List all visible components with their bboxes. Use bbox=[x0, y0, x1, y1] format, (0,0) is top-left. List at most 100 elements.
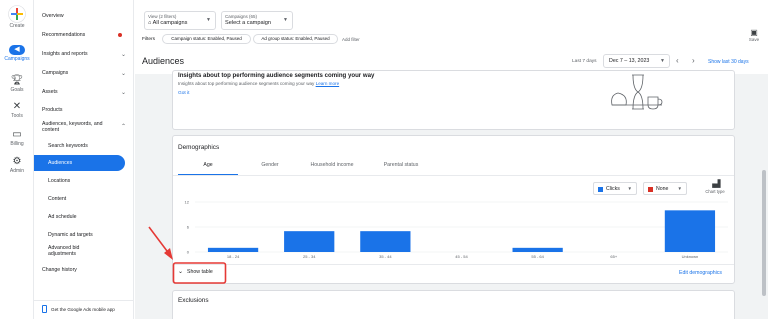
wrench-icon: ✕ bbox=[12, 101, 22, 112]
tab-parental-status[interactable]: Parental status bbox=[371, 162, 431, 175]
view-selector[interactable]: View (2 filters) ⌂ All campaigns ▼ bbox=[144, 11, 216, 30]
next-period-button[interactable]: › bbox=[692, 56, 695, 65]
nav-campaigns-label: Campaigns bbox=[42, 70, 69, 76]
chart-type-label: Chart type bbox=[705, 189, 725, 194]
chevron-down-icon: ⌄ bbox=[178, 269, 184, 275]
nav-overview-label: Overview bbox=[42, 13, 64, 19]
show-last-30-days-link[interactable]: Show last 30 days bbox=[708, 59, 749, 65]
x-tick-label: 55 - 64 bbox=[531, 254, 544, 259]
x-tick-label: 18 - 24 bbox=[227, 254, 240, 259]
insights-body: Insights about top performing audience s… bbox=[178, 81, 315, 86]
bar bbox=[284, 231, 335, 252]
x-tick-label: 45 - 54 bbox=[455, 254, 468, 259]
nav-change-history[interactable]: Change history bbox=[34, 262, 134, 278]
show-table-label: Show table bbox=[187, 268, 213, 275]
date-range-picker[interactable]: Dec 7 – 13, 2023 ▼ bbox=[603, 54, 670, 68]
chevron-right-icon: › bbox=[692, 56, 695, 65]
rail-tools[interactable]: ✕ Tools bbox=[0, 101, 34, 120]
learn-more-link[interactable]: Learn more bbox=[316, 81, 340, 86]
campaign-select-value: Select a campaign bbox=[225, 20, 272, 26]
tab-household-income[interactable]: Household income bbox=[297, 162, 367, 175]
chart-type-button[interactable]: ▗▟ Chart type bbox=[702, 180, 728, 194]
nav-change-history-label: Change history bbox=[42, 267, 77, 273]
nav-products-label: Products bbox=[42, 107, 63, 113]
nav-search-keywords[interactable]: Search keywords bbox=[34, 138, 134, 154]
tab-gender[interactable]: Gender bbox=[252, 162, 288, 175]
rail-admin-label: Admin bbox=[9, 168, 25, 174]
nav-insights[interactable]: Insights and reports ⌄ bbox=[34, 46, 134, 62]
y-tick-label: 12 bbox=[185, 200, 190, 205]
insights-title: Insights about top performing audience s… bbox=[178, 72, 375, 79]
top-bar: View (2 filters) ⌂ All campaigns ▼ Campa… bbox=[135, 0, 768, 48]
metric2-selector[interactable]: None ▼ bbox=[643, 182, 687, 195]
save-icon: ▣ bbox=[750, 28, 758, 37]
nav-ad-schedule[interactable]: Ad schedule bbox=[34, 209, 134, 225]
rail-campaigns[interactable]: ◀ Campaigns bbox=[0, 45, 34, 62]
nav-search-keywords-label: Search keywords bbox=[48, 143, 88, 149]
save-label: Save bbox=[748, 37, 760, 42]
nav-audiences-label: Audiences bbox=[48, 160, 73, 166]
previous-period-button[interactable]: ‹ bbox=[676, 56, 679, 65]
insights-card: Insights about top performing audience s… bbox=[172, 70, 735, 130]
create-label: Create bbox=[9, 23, 25, 29]
nav-assets-label: Assets bbox=[42, 89, 58, 95]
view-value: All campaigns bbox=[152, 20, 188, 26]
page-scrollbar[interactable] bbox=[762, 170, 766, 296]
bar bbox=[207, 247, 259, 252]
nav-assets[interactable]: Assets ⌄ bbox=[34, 84, 134, 100]
caret-down-icon: ▼ bbox=[627, 186, 632, 191]
metric2-swatch bbox=[648, 187, 653, 192]
y-tick-label: 0 bbox=[187, 250, 190, 255]
nav-advanced-bid-label: Advanced bid adjustments bbox=[48, 244, 80, 258]
mobile-app-label: Get the Google Ads mobile app bbox=[51, 306, 115, 312]
rail-goals[interactable]: 🏆︎ Goals bbox=[0, 75, 34, 94]
metric1-selector[interactable]: Clicks ▼ bbox=[593, 182, 637, 195]
tab-age[interactable]: Age bbox=[178, 162, 238, 175]
chevron-down-icon: ⌄ bbox=[120, 51, 126, 58]
bar bbox=[664, 210, 716, 252]
nav-audiences[interactable]: Audiences bbox=[34, 155, 125, 171]
campaign-selector[interactable]: Campaigns (65) Select a campaign ▼ bbox=[221, 11, 293, 30]
age-bar-chart: 0 6 12 18 - 24 25 - 34 35 - 44 45 - 54 55 - 64 6… bbox=[185, 200, 728, 259]
rail-billing-label: Billing bbox=[10, 141, 24, 147]
nav-overview[interactable]: Overview bbox=[34, 8, 134, 24]
campaigns-icon: ◀ bbox=[9, 45, 25, 55]
metric2-label: None bbox=[656, 186, 669, 192]
last-days-label: Last 7 days bbox=[572, 59, 597, 64]
edit-demographics-link[interactable]: Edit demographics bbox=[679, 270, 722, 276]
tabs-divider bbox=[173, 175, 734, 176]
page-title: Audiences bbox=[142, 56, 185, 66]
nav-recommendations[interactable]: Recommendations bbox=[34, 27, 134, 43]
x-tick-label: 65+ bbox=[610, 254, 617, 259]
rail-campaigns-label: Campaigns bbox=[4, 56, 30, 62]
date-range-value: Dec 7 – 13, 2023 bbox=[609, 58, 650, 64]
add-filter-link[interactable]: Add filter bbox=[342, 37, 360, 42]
card-icon: ▭ bbox=[12, 129, 22, 140]
filter-chip-ad-group-status[interactable]: Ad group status: Enabled, Paused bbox=[253, 34, 338, 44]
nav-campaigns[interactable]: Campaigns ⌄ bbox=[34, 65, 134, 81]
rail-admin[interactable]: ⚙ Admin bbox=[0, 157, 34, 175]
save-button[interactable]: ▣ Save bbox=[744, 28, 764, 42]
filter-chip-campaign-status[interactable]: Campaign status: Enabled, Paused bbox=[162, 34, 251, 44]
chart-footer-divider bbox=[173, 264, 734, 265]
bar bbox=[512, 247, 563, 252]
create-button[interactable]: Create bbox=[0, 5, 34, 29]
chevron-down-icon: ⌄ bbox=[120, 70, 126, 77]
rail-goals-label: Goals bbox=[10, 87, 24, 93]
chevron-down-icon: ⌄ bbox=[120, 89, 126, 96]
side-nav: Overview Recommendations Insights and re… bbox=[34, 0, 134, 319]
nav-locations-label: Locations bbox=[48, 178, 71, 184]
mobile-app-link[interactable]: Get the Google Ads mobile app bbox=[34, 303, 134, 315]
rail-billing[interactable]: ▭ Billing bbox=[0, 129, 34, 148]
got-it-button[interactable]: Got it bbox=[178, 91, 189, 96]
nav-locations[interactable]: Locations bbox=[34, 173, 134, 189]
nav-advanced-bid[interactable]: Advanced bid adjustments bbox=[34, 241, 134, 261]
plus-icon bbox=[8, 5, 26, 23]
show-table-toggle[interactable]: ⌄ Show table bbox=[178, 268, 213, 276]
nav-content[interactable]: Content bbox=[34, 191, 134, 207]
main-content: Insights about top performing audience s… bbox=[135, 70, 768, 319]
trophy-icon: 🏆︎ bbox=[10, 75, 24, 86]
nav-audiences-group[interactable]: Audiences, keywords, and content ⌃ bbox=[34, 116, 134, 138]
caret-down-icon: ▼ bbox=[677, 186, 682, 191]
exclusions-title: Exclusions bbox=[178, 297, 209, 304]
